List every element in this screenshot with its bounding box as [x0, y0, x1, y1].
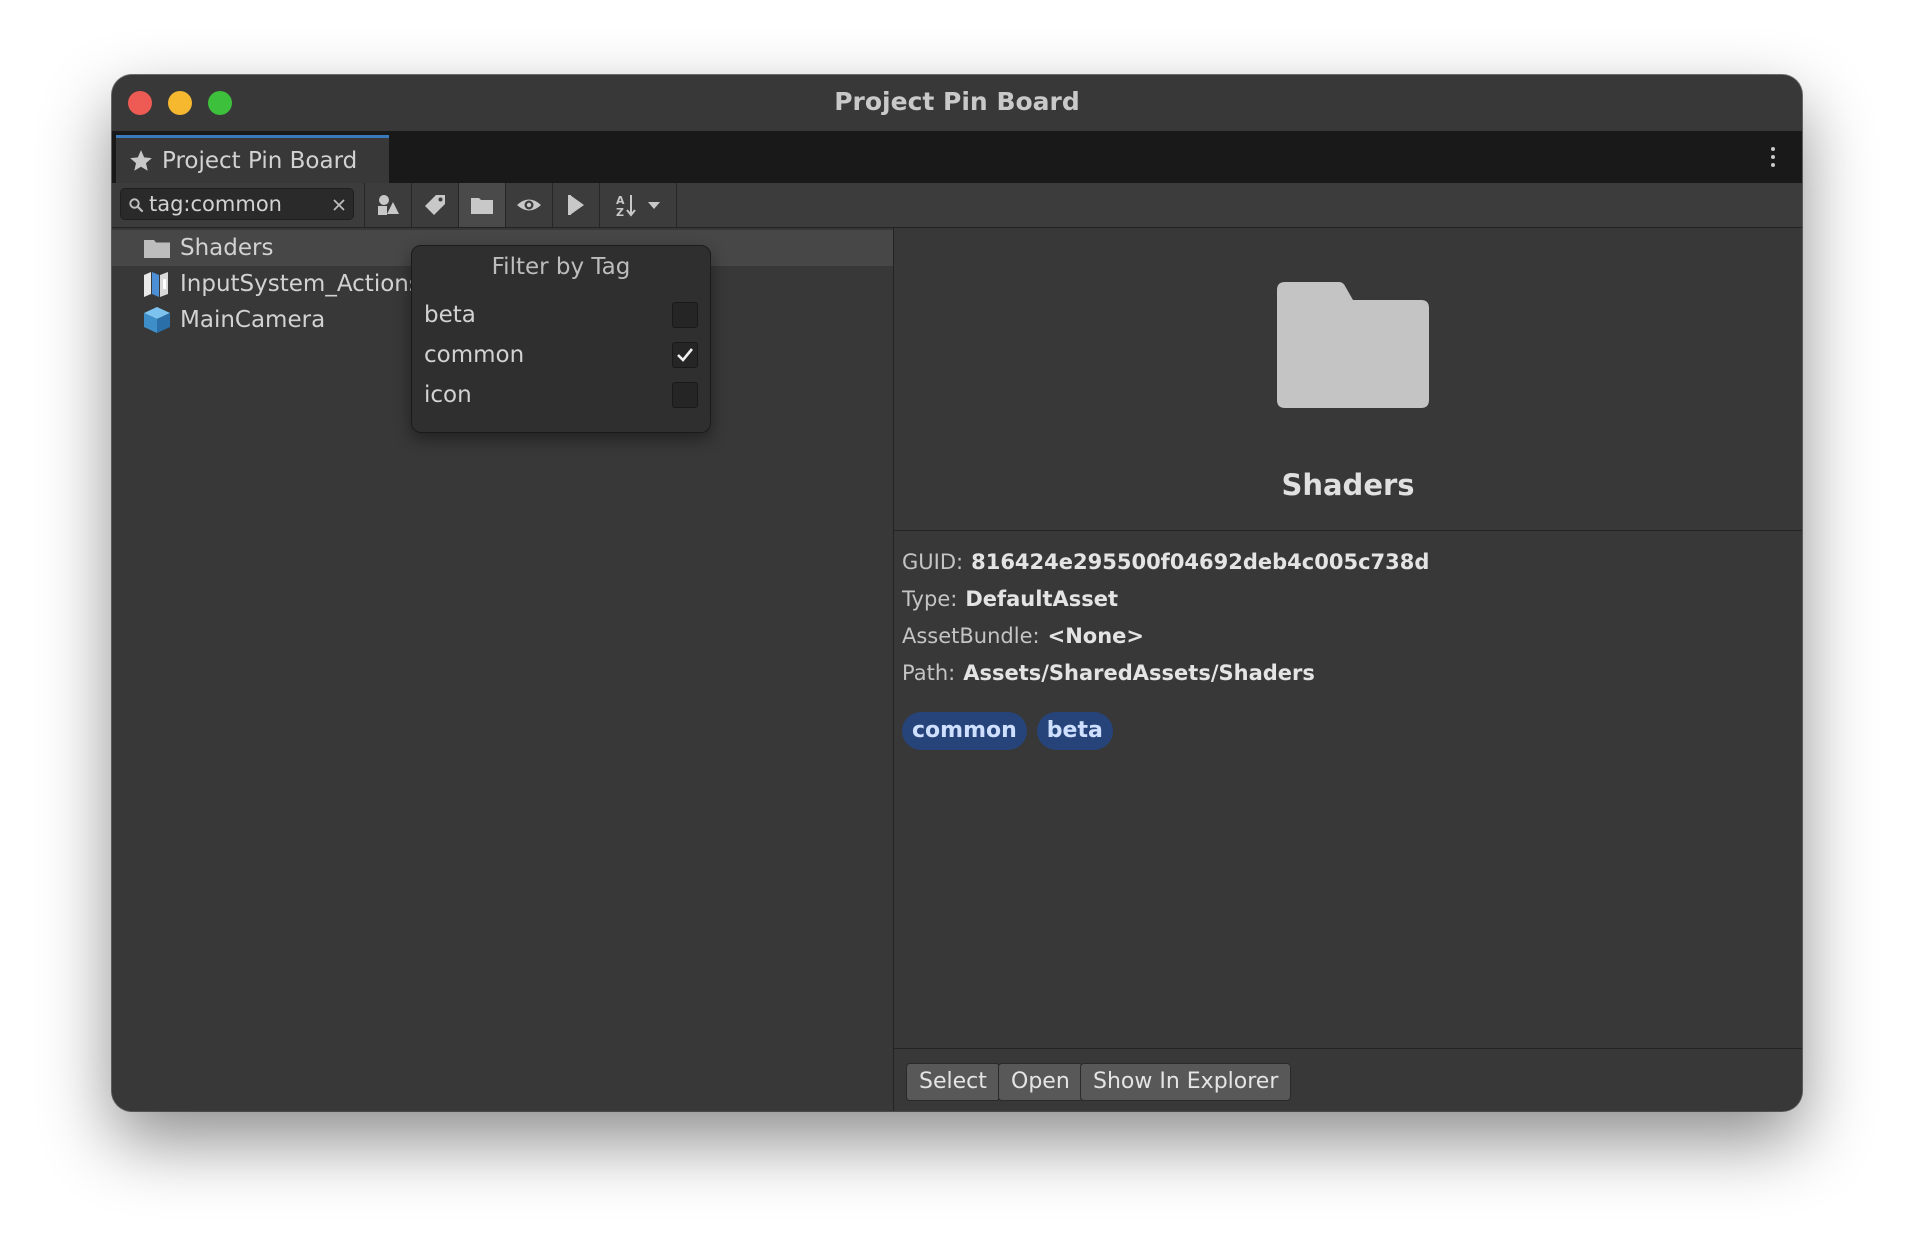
asset-preview: Shaders	[894, 228, 1802, 531]
sort-az-icon: A Z	[616, 194, 636, 218]
toolbar: A Z	[112, 183, 1802, 228]
more-options-icon[interactable]	[1770, 147, 1776, 169]
list-item-label: MainCamera	[180, 307, 326, 333]
tag-filter-label: common	[424, 342, 525, 368]
tag-filter-label: icon	[424, 382, 472, 408]
tag-filter-label: beta	[424, 302, 476, 328]
tag-filter-checkbox[interactable]	[672, 302, 698, 328]
assetbundle-label: AssetBundle:	[902, 624, 1040, 648]
tag-filter-checkbox[interactable]	[672, 342, 698, 368]
assetbundle-row: AssetBundle: <None>	[902, 624, 1429, 661]
filter-by-tag-popup: Filter by Tag beta common icon	[411, 245, 711, 433]
tag-filter-checkbox[interactable]	[672, 382, 698, 408]
input-actions-icon	[144, 272, 168, 297]
filter-folder-button[interactable]	[458, 183, 505, 227]
tab-bar: Project Pin Board	[112, 131, 1802, 183]
filter-type-button[interactable]	[364, 183, 411, 227]
title-bar[interactable]: Project Pin Board	[112, 75, 1802, 131]
folder-icon	[471, 198, 493, 214]
path-row: Path: Assets/SharedAssets/Shaders	[902, 661, 1429, 698]
pointer-icon	[568, 195, 584, 215]
tag-filter-beta[interactable]: beta	[424, 298, 698, 334]
list-item-label: InputSystem_Actions	[180, 271, 421, 297]
type-label: Type:	[902, 587, 958, 611]
eye-icon	[517, 199, 541, 211]
pin-board-window: Project Pin Board Project Pin Board tag:…	[112, 75, 1802, 1111]
tab-project-pin-board[interactable]: Project Pin Board	[116, 135, 389, 183]
tab-label: Project Pin Board	[162, 147, 358, 174]
details-panel: Shaders GUID: 816424e295500f04692deb4c005…	[894, 228, 1802, 1111]
toggle-preview-button[interactable]	[505, 183, 552, 227]
tag-chip-beta[interactable]: beta	[1036, 712, 1113, 750]
path-label: Path:	[902, 661, 956, 685]
star-icon	[130, 149, 152, 171]
clear-search-icon[interactable]	[331, 197, 347, 213]
guid-value: 816424e295500f04692deb4c005c738d	[971, 550, 1430, 574]
chevron-down-icon	[648, 202, 660, 209]
sort-dropdown[interactable]: A Z	[599, 183, 677, 227]
window-title: Project Pin Board	[834, 87, 1080, 116]
tag-icon	[425, 195, 445, 215]
folder-icon	[1277, 282, 1429, 408]
popup-title: Filter by Tag	[491, 254, 631, 280]
list-item-label: Shaders	[180, 235, 274, 261]
tag-filter-icon[interactable]: icon	[424, 378, 698, 414]
svg-text:Z: Z	[616, 206, 624, 218]
search-field[interactable]	[120, 188, 354, 220]
shapes-icon	[378, 195, 399, 215]
type-value: DefaultAsset	[965, 587, 1119, 611]
path-value: Assets/SharedAssets/Shaders	[963, 661, 1315, 685]
search-icon	[129, 198, 144, 213]
asset-info: GUID: 816424e295500f04692deb4c005c738d Ty…	[902, 550, 1429, 698]
details-footer: Select Open Show In Explorer	[894, 1048, 1802, 1111]
open-button[interactable]: Open	[998, 1063, 1083, 1101]
tag-chip-common[interactable]: common	[902, 712, 1027, 750]
search-input[interactable]	[149, 191, 319, 217]
type-row: Type: DefaultAsset	[902, 587, 1429, 624]
tag-filter-common[interactable]: common	[424, 338, 698, 374]
select-in-project-button[interactable]	[552, 183, 599, 227]
guid-label: GUID:	[902, 550, 964, 574]
asset-tags: common beta	[902, 712, 1113, 750]
assetbundle-value: <None>	[1047, 624, 1144, 648]
asset-name: Shaders	[1281, 468, 1415, 502]
folder-icon	[144, 240, 170, 258]
checkmark-icon	[677, 348, 694, 362]
filter-tag-button[interactable]	[411, 183, 458, 227]
select-button[interactable]: Select	[906, 1063, 1000, 1101]
show-in-explorer-button[interactable]: Show In Explorer	[1080, 1063, 1292, 1101]
prefab-cube-icon	[144, 307, 170, 333]
guid-row: GUID: 816424e295500f04692deb4c005c738d	[902, 550, 1429, 587]
